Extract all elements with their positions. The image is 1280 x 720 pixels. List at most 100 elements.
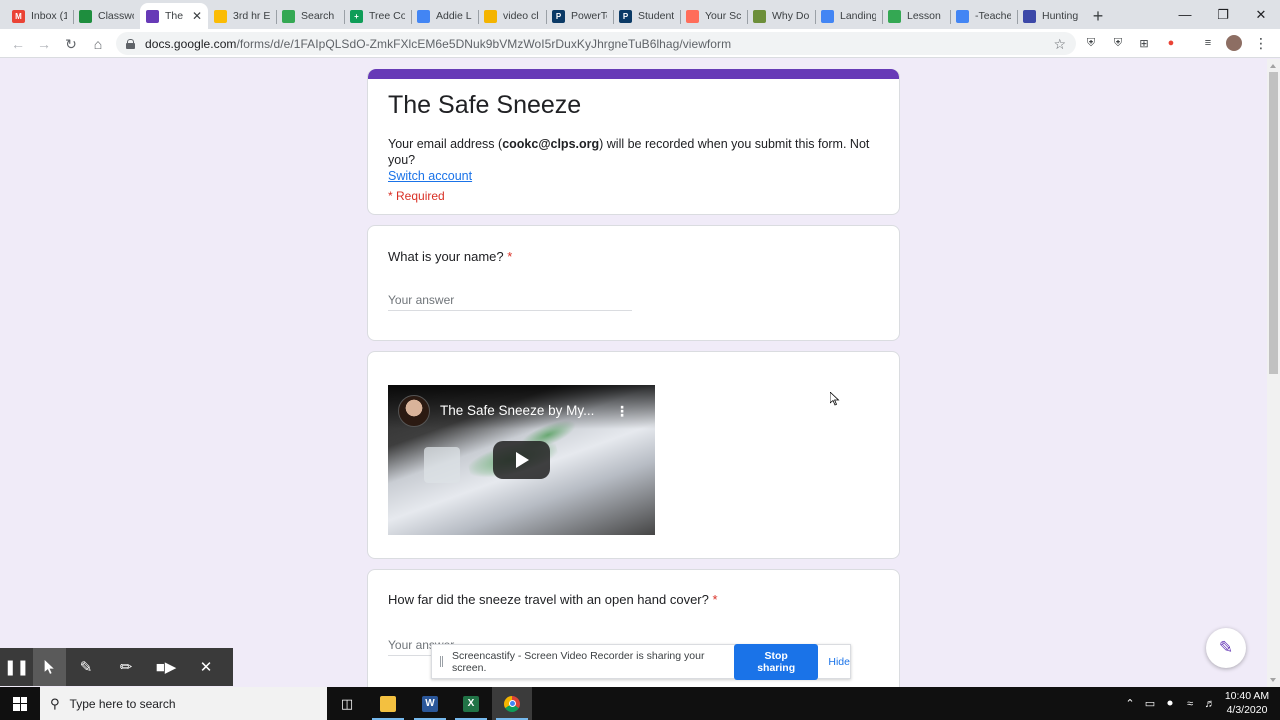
camera-icon[interactable]: ■▶ [146,648,186,686]
circle-icon [1023,9,1036,23]
browser-tab[interactable]: Why Do [747,3,815,29]
browser-tab[interactable]: M Inbox (1 [6,3,73,29]
docs-icon [417,9,430,23]
battery-icon[interactable]: ▭ [1142,687,1158,720]
menu-kebab-icon[interactable]: ⋮ [1253,35,1269,51]
media-control-icon[interactable]: ≡ [1200,35,1216,51]
home-button[interactable]: ⌂ [85,31,111,57]
browser-tab[interactable]: 3rd hr E [208,3,276,29]
grid-extension-icon[interactable]: ⊞ [1136,35,1152,51]
tab-title: Lesson [907,10,941,22]
vertical-scrollbar[interactable] [1267,59,1280,687]
drive-icon [214,9,227,23]
close-tab-icon[interactable]: ✕ [192,9,202,23]
youtube-video-embed[interactable]: The Safe Sneeze by My... ⋮ [388,385,655,535]
show-hidden-icons-chevron-icon[interactable]: ⌃ [1122,687,1138,720]
forward-button[interactable]: → [31,31,57,57]
browser-tab[interactable]: Lesson [882,3,950,29]
browser-tab[interactable]: + Tree Co [344,3,411,29]
play-button-icon[interactable] [493,441,550,479]
tab-title: video cl [503,10,539,22]
tab-title: Landing [840,10,876,22]
scroll-up-arrow-icon[interactable] [1270,64,1276,68]
tab-title: Hunting [1042,10,1078,22]
question-title: How far did the sneeze travel with an op… [388,592,718,607]
image-icon [753,9,766,23]
browser-tab[interactable]: -Teache [950,3,1017,29]
wifi-icon[interactable]: ≈ [1182,687,1198,720]
browser-tab[interactable]: The ✕ [140,3,208,29]
minimize-window-button[interactable]: — [1166,0,1204,29]
question-title: What is your name? * [388,249,512,264]
clock-date: 4/3/2020 [1226,704,1268,716]
edit-pencil-icon[interactable]: ✎ [1206,628,1246,668]
stop-sharing-button[interactable]: Stop sharing [733,643,819,680]
browser-toolbar: ← → ↻ ⌂ docs.google.com/forms/d/e/1FAIpQ… [0,29,1280,58]
chrome-icon[interactable] [492,687,532,720]
form-title: The Safe Sneeze [388,91,582,119]
file-explorer-icon[interactable] [368,687,408,720]
required-note: * Required [388,189,445,203]
screencastify-extension-icon[interactable]: ● [1163,35,1179,51]
shield-extension-icon[interactable]: ⛨ [1083,35,1099,51]
shield-extension-icon-2[interactable]: ⛨ [1110,35,1126,51]
scroll-thumb[interactable] [1269,72,1278,374]
restore-window-button[interactable]: ❐ [1204,0,1242,29]
url-domain: docs.google.com [145,36,237,51]
browser-tab[interactable]: Landing [815,3,882,29]
close-toolbar-icon[interactable]: ✕ [186,648,226,686]
tab-title: 3rd hr E [233,10,270,22]
taskbar-clock[interactable]: 10:40 AM 4/3/2020 [1222,689,1272,717]
reload-button[interactable]: ↻ [58,31,84,57]
powerteacher-icon: P [552,9,565,23]
name-answer-input[interactable] [388,289,632,311]
back-button[interactable]: ← [5,31,31,57]
taskbar-search-placeholder: Type here to search [69,696,176,711]
browser-tab[interactable]: Search [276,3,344,29]
start-button[interactable] [0,687,40,720]
question-text: How far did the sneeze travel with an op… [388,592,709,607]
close-window-button[interactable]: ✕ [1242,0,1280,29]
mouse-cursor-icon [830,392,840,406]
video-title[interactable]: The Safe Sneeze by My... [440,403,594,418]
docs-icon [821,9,834,23]
email-notice-prefix: Your email address ( [388,137,503,151]
pen-tool-icon[interactable]: ✎ [66,648,106,686]
browser-tab[interactable]: Your Sc [680,3,747,29]
scroll-down-arrow-icon[interactable] [1270,678,1276,682]
microphone-icon[interactable]: ⚫ [1162,687,1178,720]
channel-avatar[interactable] [398,395,430,427]
tab-title: Your Sc [705,10,741,22]
excel-icon[interactable]: X [451,687,491,720]
bookmark-star-icon[interactable]: ☆ [1053,36,1066,53]
video-card: The Safe Sneeze by My... ⋮ [367,351,900,559]
browser-tab[interactable]: Addie L [411,3,478,29]
cursor-tool-icon[interactable] [33,648,66,686]
question-card-name: What is your name? * [367,225,900,341]
profile-avatar[interactable] [1226,35,1242,51]
browser-tab[interactable]: Classwo [73,3,140,29]
pause-icon[interactable]: ❚❚ [0,648,33,686]
screencastify-toolbar: ❚❚ ✎ ✏ ■▶ ✕ [0,648,233,686]
new-tab-button[interactable]: + [1084,3,1112,29]
gmail-icon: M [12,9,25,23]
highlighter-tool-icon[interactable]: ✏ [106,648,146,686]
hide-button[interactable]: Hide [828,656,850,668]
lock-icon [126,38,135,49]
volume-icon[interactable]: ♬ [1202,687,1218,720]
browser-tab[interactable]: P Student [613,3,680,29]
forms-icon [146,9,159,23]
task-view-icon[interactable]: ◫ [327,687,367,720]
drag-handle-icon[interactable] [440,656,443,667]
word-icon[interactable]: W [410,687,450,720]
address-bar[interactable]: docs.google.com/forms/d/e/1FAIpQLSdO-Zmk… [116,32,1076,55]
tab-title: Classwo [98,10,134,22]
video-more-icon[interactable]: ⋮ [615,403,629,420]
browser-tab[interactable]: Hunting [1017,3,1084,29]
browser-tab[interactable]: P PowerTe [546,3,613,29]
switch-account-link[interactable]: Switch account [388,169,472,183]
drive-icon [282,9,295,23]
taskbar-search[interactable]: ⚲ Type here to search [40,687,327,720]
page-content: The Safe Sneeze Your email address (cook… [0,59,1267,687]
browser-tab[interactable]: video cl [478,3,546,29]
